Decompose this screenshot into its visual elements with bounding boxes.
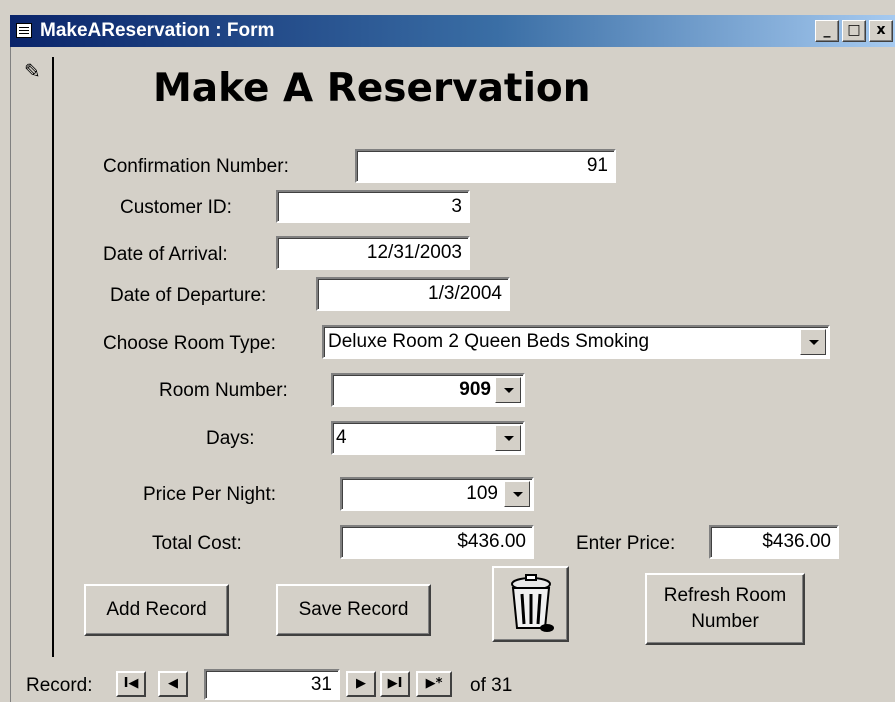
price-per-night-combobox[interactable]: 109	[340, 477, 534, 511]
close-button[interactable]: x	[869, 20, 893, 42]
title-bar[interactable]: MakeAReservation : Form _ □ x	[10, 15, 895, 47]
confirmation-label: Confirmation Number:	[103, 156, 289, 177]
enter-price-label: Enter Price:	[576, 533, 676, 554]
refresh-label-line1: Refresh Room	[663, 585, 787, 606]
first-record-icon[interactable]: I◀	[116, 671, 146, 697]
minimize-button[interactable]: _	[815, 20, 839, 42]
current-record-field[interactable]: 31	[204, 669, 340, 700]
arrival-date-field[interactable]: 12/31/2003	[276, 236, 470, 270]
days-dropdown-icon[interactable]	[495, 425, 521, 451]
total-cost-field[interactable]: $436.00	[340, 525, 534, 559]
trash-can-icon	[510, 574, 554, 632]
maximize-button[interactable]: □	[842, 20, 866, 42]
customer-id-field[interactable]: 3	[276, 190, 470, 223]
room-type-dropdown-icon[interactable]	[800, 329, 826, 355]
days-combobox[interactable]: 4	[331, 421, 525, 455]
arrival-label: Date of Arrival:	[103, 244, 228, 265]
room-number-combobox[interactable]: 909	[331, 373, 525, 407]
room-number-value: 909	[459, 379, 491, 400]
total-cost-label: Total Cost:	[152, 533, 242, 554]
window-title: MakeAReservation : Form	[40, 20, 275, 41]
save-record-button[interactable]: Save Record	[276, 584, 431, 636]
next-record-icon[interactable]: ▶	[346, 671, 376, 697]
record-selector[interactable]: ✎	[10, 57, 54, 657]
enter-price-field[interactable]: $436.00	[709, 525, 839, 559]
record-label: Record:	[26, 675, 93, 696]
delete-record-button[interactable]	[492, 566, 569, 642]
room-type-value: Deluxe Room 2 Queen Beds Smoking	[328, 331, 650, 352]
refresh-room-number-button[interactable]: Refresh Room Number	[645, 573, 805, 645]
form-icon	[16, 23, 32, 38]
price-label: Price Per Night:	[143, 484, 277, 505]
room-type-label: Choose Room Type:	[103, 333, 276, 354]
room-number-dropdown-icon[interactable]	[495, 377, 521, 403]
record-navigation-bar: Record: I◀ ◀ 31 ▶ ▶I ▶* of 31	[10, 666, 895, 702]
add-record-button[interactable]: Add Record	[84, 584, 229, 636]
days-label: Days:	[206, 428, 255, 449]
days-value: 4	[336, 427, 347, 448]
customer-id-label: Customer ID:	[120, 197, 232, 218]
price-value: 109	[466, 483, 498, 504]
record-count: of 31	[470, 675, 513, 696]
departure-label: Date of Departure:	[110, 285, 267, 306]
confirmation-number-field[interactable]: 91	[355, 149, 616, 183]
room-number-label: Room Number:	[159, 380, 288, 401]
pencil-icon: ✎	[24, 59, 41, 83]
previous-record-icon[interactable]: ◀	[158, 671, 188, 697]
form-heading: Make A Reservation	[153, 66, 591, 111]
new-record-icon[interactable]: ▶*	[416, 671, 452, 697]
price-dropdown-icon[interactable]	[504, 481, 530, 507]
last-record-icon[interactable]: ▶I	[380, 671, 410, 697]
departure-date-field[interactable]: 1/3/2004	[316, 277, 510, 311]
form-window: MakeAReservation : Form _ □ x ✎ Make A R…	[0, 0, 895, 702]
room-type-combobox[interactable]: Deluxe Room 2 Queen Beds Smoking	[322, 325, 830, 359]
refresh-label-line2: Number	[691, 611, 759, 632]
